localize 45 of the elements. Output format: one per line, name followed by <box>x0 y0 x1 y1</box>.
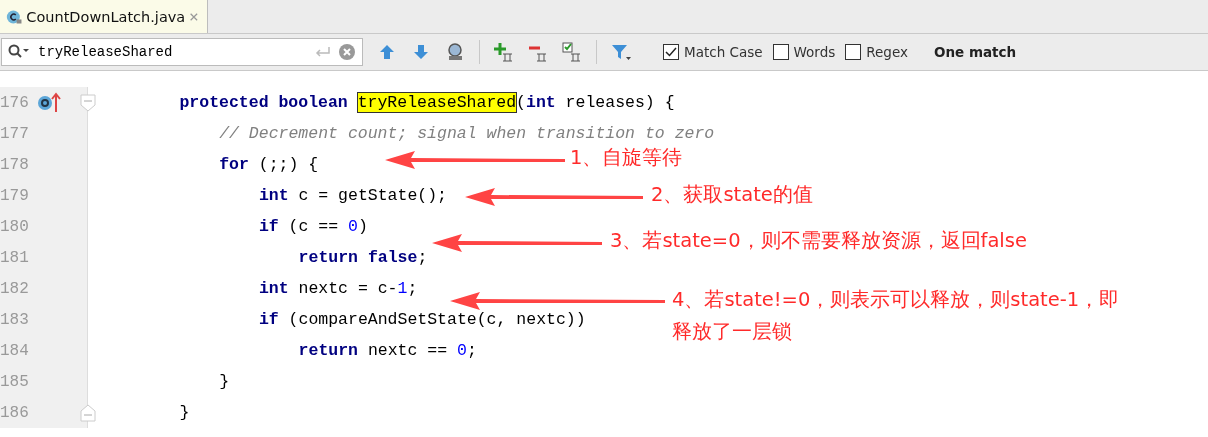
line-number: 182 <box>0 279 30 298</box>
code-line: return nextc == 0; <box>297 341 477 360</box>
option-checkbox[interactable]: Match Case <box>663 44 763 60</box>
close-icon[interactable] <box>189 10 199 23</box>
add-icon[interactable] <box>494 42 514 62</box>
line-number: 186 <box>0 403 30 422</box>
override-icon[interactable] <box>37 90 61 114</box>
enter-icon <box>314 45 332 59</box>
code-line: } <box>218 372 230 391</box>
line-number: 177 <box>0 124 30 143</box>
annotation-text: 2、获取state的值 <box>651 182 813 208</box>
code-line: } <box>178 403 190 422</box>
check-icon <box>665 46 677 58</box>
select-icon[interactable] <box>562 42 582 62</box>
search-match: tryReleaseShared <box>357 93 517 112</box>
clear-icon[interactable] <box>338 43 356 61</box>
code-line: if (compareAndSetState(c, nextc)) <box>257 310 586 329</box>
search-input[interactable]: tryReleaseShared <box>38 44 308 60</box>
code-line: int nextc = c-1; <box>257 279 418 298</box>
match-count: One match <box>934 44 1017 60</box>
search-icon <box>8 44 32 60</box>
option-checkbox[interactable]: Regex <box>845 44 908 60</box>
option-checkbox[interactable]: Words <box>772 44 836 60</box>
code-line: return false; <box>297 248 428 267</box>
code-line: // Decrement count; signal when transition to zero <box>218 124 715 143</box>
line-number: 180 <box>0 217 30 236</box>
code-line: if (c == 0) <box>257 217 368 236</box>
find-all-icon[interactable] <box>445 42 465 62</box>
code-line: int c = getState(); <box>257 186 448 205</box>
line-number: 185 <box>0 372 30 391</box>
line-number: 183 <box>0 310 30 329</box>
search-field[interactable]: tryReleaseShared <box>1 38 363 66</box>
line-number: 176 <box>0 93 30 112</box>
annotation-text: 4、若state!=0，则表示可以释放，则state-1，即 释放了一层锁 <box>672 287 1120 345</box>
line-number: 179 <box>0 186 30 205</box>
code-line: protected boolean tryReleaseShared(int releases) { <box>178 93 675 112</box>
tab-label: CountDownLatch.java <box>26 8 186 25</box>
code-line: for (;;) { <box>218 155 319 174</box>
line-number: 178 <box>0 155 30 174</box>
annotation-text: 1、自旋等待 <box>570 145 683 171</box>
annotation-text: 3、若state=0，则不需要释放资源，返回false <box>610 228 1027 254</box>
line-number: 181 <box>0 248 30 267</box>
line-number: 184 <box>0 341 30 360</box>
filter-icon[interactable] <box>611 42 631 62</box>
file-tab[interactable]: CountDownLatch.java <box>0 0 208 33</box>
